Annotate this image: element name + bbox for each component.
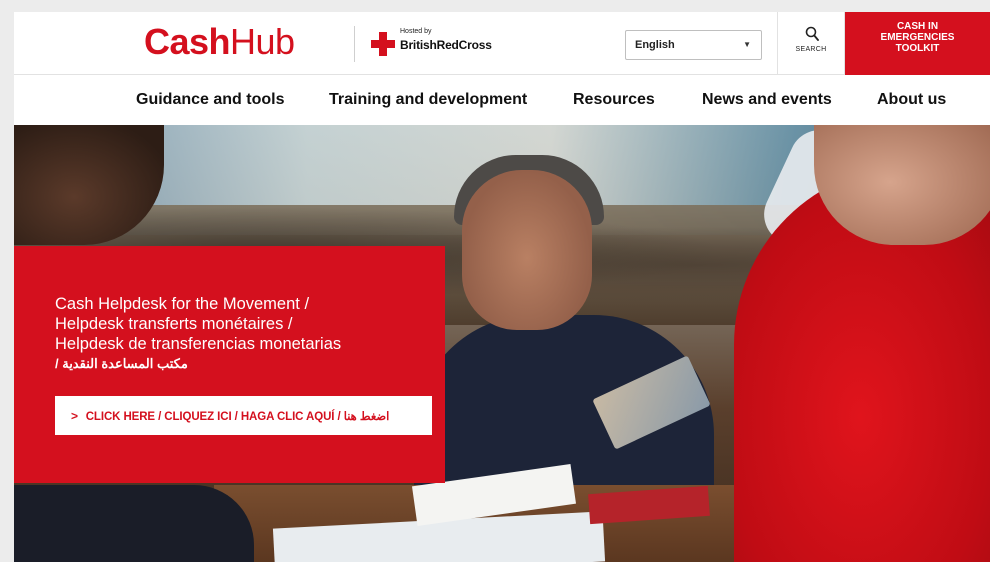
partner-name[interactable]: BritishRedCross xyxy=(400,38,492,52)
hero-woman-head xyxy=(462,170,592,330)
helpdesk-cta-label: CLICK HERE / CLIQUEZ ICI / HAGA CLIC AQU… xyxy=(85,411,390,423)
red-cross-icon[interactable] xyxy=(371,32,395,56)
helpdesk-title-fr: Helpdesk transferts monétaires / xyxy=(55,315,293,333)
nav-item-guidance-and-tools[interactable]: Guidance and tools xyxy=(136,91,284,109)
toolkit-line-1: CASH IN xyxy=(896,21,939,32)
main-nav: Guidance and tools Training and developm… xyxy=(14,75,990,125)
hero-left-foreground xyxy=(14,485,254,562)
language-select[interactable]: English ▼ xyxy=(625,30,762,60)
language-selected-value: English xyxy=(635,39,675,51)
browser-viewport: CashHub Hosted by BritishRedCross Englis… xyxy=(14,12,990,562)
toolkit-line-3: TOOLKIT xyxy=(895,43,940,54)
helpdesk-title: Cash Helpdesk for the Movement / Helpdes… xyxy=(55,294,415,374)
chevron-right-icon: > xyxy=(71,409,79,423)
helpdesk-title-es: Helpdesk de transferencias monetarias xyxy=(55,335,342,353)
cashhub-logo[interactable]: CashHub xyxy=(144,22,295,62)
search-icon xyxy=(805,26,819,41)
helpdesk-cta-button[interactable]: > CLICK HERE / CLIQUEZ ICI / HAGA CLIC A… xyxy=(55,396,432,435)
nav-item-news-and-events[interactable]: News and events xyxy=(702,91,832,109)
nav-item-about-us[interactable]: About us xyxy=(877,91,946,109)
search-button[interactable]: SEARCH xyxy=(777,12,845,75)
toolkit-line-2: EMERGENCIES xyxy=(880,32,955,43)
cash-in-emergencies-toolkit-button[interactable]: CASH IN EMERGENCIES TOOLKIT xyxy=(845,12,990,75)
logo-light-text: Hub xyxy=(230,21,295,62)
hosted-by-label: Hosted by xyxy=(400,28,432,35)
chevron-down-icon: ▼ xyxy=(743,40,751,49)
helpdesk-title-ar: مكتب المساعدة النقدية / xyxy=(55,356,188,371)
site-header: CashHub Hosted by BritishRedCross Englis… xyxy=(14,12,990,75)
nav-item-training-and-development[interactable]: Training and development xyxy=(329,91,527,109)
nav-item-resources[interactable]: Resources xyxy=(573,91,655,109)
helpdesk-title-en: Cash Helpdesk for the Movement / xyxy=(55,295,310,313)
helpdesk-panel: Cash Helpdesk for the Movement / Helpdes… xyxy=(14,246,445,483)
red-cross-horizontal xyxy=(371,40,395,48)
search-label: SEARCH xyxy=(795,46,827,53)
logo-divider xyxy=(354,26,355,62)
logo-bold-text: Cash xyxy=(144,21,231,62)
